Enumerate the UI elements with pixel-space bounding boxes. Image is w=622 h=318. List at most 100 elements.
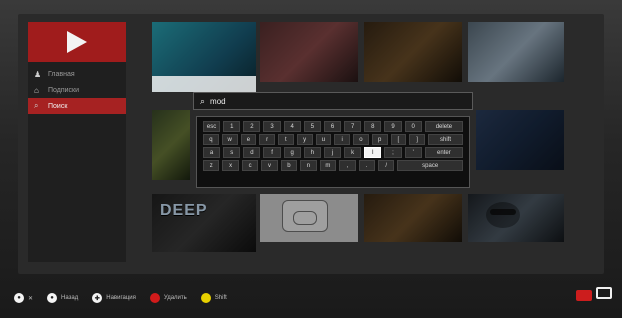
key-v[interactable]: v — [261, 160, 278, 171]
key-j[interactable]: j — [323, 147, 342, 158]
key-l[interactable]: l — [364, 147, 382, 158]
sidebar: ♟ Главная ⌂ Подписки ⌕ Поиск — [28, 22, 126, 262]
tile-dim — [152, 194, 256, 252]
key-z[interactable]: z — [203, 160, 220, 171]
keyboard-row-3: a s d f g h j k l ; ' enter — [203, 147, 464, 158]
key-delete[interactable]: delete — [424, 121, 464, 132]
tile-dim — [468, 194, 564, 242]
user-icon: ♟ — [34, 69, 42, 79]
video-tile[interactable] — [152, 22, 256, 92]
key-h[interactable]: h — [303, 147, 321, 158]
key-1[interactable]: 1 — [223, 121, 241, 132]
video-tile[interactable] — [260, 194, 358, 242]
key-space[interactable]: space — [397, 160, 463, 171]
video-tile[interactable] — [260, 22, 358, 82]
key-r[interactable]: r — [259, 134, 275, 145]
key-y[interactable]: y — [296, 134, 313, 145]
keyboard-row-2: q w e r t y u i o p [ ] shift — [203, 134, 463, 145]
sidebar-item-label: Поиск — [48, 102, 68, 110]
key-period[interactable]: . — [358, 160, 375, 171]
youtube-logo-icon — [576, 290, 592, 301]
video-tile[interactable] — [152, 110, 190, 180]
hint-delete: Удалить — [140, 293, 187, 303]
tile-caption — [152, 76, 256, 92]
key-5[interactable]: 5 — [303, 121, 321, 132]
bottom-hint-bar: ● ✕ ● Назад ✚ Навигация Удалить Shift — [0, 284, 622, 312]
key-n[interactable]: n — [300, 160, 317, 171]
hint-shift: Shift — [191, 293, 227, 303]
video-tile[interactable] — [468, 194, 564, 242]
key-comma[interactable]: , — [339, 160, 356, 171]
key-f[interactable]: f — [263, 147, 281, 158]
key-0[interactable]: 0 — [404, 121, 422, 132]
key-a[interactable]: a — [203, 147, 221, 158]
tile-dim — [476, 110, 564, 170]
keyboard-row-4: z x c v b n m , . / space — [203, 160, 463, 171]
tile-dim — [260, 22, 358, 82]
sidebar-item-label: Главная — [48, 70, 75, 78]
dpad-icon: ✚ — [92, 293, 103, 303]
key-left-bracket[interactable]: [ — [390, 134, 407, 145]
key-i[interactable]: i — [334, 134, 350, 145]
key-x[interactable]: x — [222, 160, 239, 171]
hint-navigation: ✚ Навигация — [82, 293, 136, 303]
video-tile[interactable] — [468, 22, 564, 82]
key-6[interactable]: 6 — [323, 121, 342, 132]
key-semicolon[interactable]: ; — [384, 147, 402, 158]
sidebar-item-home[interactable]: ♟ Главная — [28, 66, 126, 82]
play-icon — [67, 31, 87, 53]
key-9[interactable]: 9 — [384, 121, 402, 132]
key-d[interactable]: d — [243, 147, 261, 158]
key-4[interactable]: 4 — [283, 121, 301, 132]
key-s[interactable]: s — [223, 147, 241, 158]
search-icon: ⌕ — [200, 95, 206, 106]
key-3[interactable]: 3 — [263, 121, 281, 132]
key-b[interactable]: b — [280, 160, 298, 171]
hint-label: ✕ — [28, 295, 34, 302]
key-u[interactable]: u — [315, 134, 332, 145]
key-o[interactable]: o — [353, 134, 369, 145]
key-esc[interactable]: esc — [203, 121, 221, 132]
hint-label: Удалить — [163, 295, 187, 301]
key-right-bracket[interactable]: ] — [409, 134, 425, 145]
sidebar-item-search[interactable]: ⌕ Поиск — [28, 98, 126, 114]
sidebar-item-subscriptions[interactable]: ⌂ Подписки — [28, 82, 126, 98]
sidebar-nav: ♟ Главная ⌂ Подписки ⌕ Поиск — [28, 66, 126, 114]
app-logo — [28, 22, 126, 62]
key-g[interactable]: g — [283, 147, 301, 158]
video-tile[interactable] — [364, 194, 462, 242]
video-tile[interactable] — [364, 22, 462, 82]
key-m[interactable]: m — [319, 160, 337, 171]
key-e[interactable]: e — [240, 134, 257, 145]
red-button-icon — [149, 293, 160, 303]
home-icon: ⌂ — [34, 85, 39, 95]
key-w[interactable]: w — [221, 134, 238, 145]
key-c[interactable]: c — [241, 160, 259, 171]
hint-label: Назад — [61, 295, 79, 301]
tv-icon — [596, 287, 612, 299]
on-screen-keyboard: esc 1 2 3 4 5 6 7 8 9 0 delete q w e r t… — [196, 116, 470, 188]
tile-dim — [260, 194, 358, 242]
key-2[interactable]: 2 — [243, 121, 261, 132]
key-q[interactable]: q — [203, 134, 219, 145]
tile-dim — [364, 22, 462, 82]
circle-button-icon: ● — [14, 293, 24, 303]
search-overlay: ⌕ mod esc 1 2 3 4 5 6 7 8 9 0 delete q w — [193, 92, 473, 188]
key-t[interactable]: t — [278, 134, 294, 145]
tile-dim — [152, 110, 190, 180]
video-tile[interactable] — [476, 110, 564, 170]
key-p[interactable]: p — [371, 134, 388, 145]
tile-dim — [468, 22, 564, 82]
key-k[interactable]: k — [344, 147, 362, 158]
search-input[interactable]: ⌕ mod — [193, 92, 473, 110]
key-shift[interactable]: shift — [428, 134, 463, 145]
tile-dim — [364, 194, 462, 242]
key-quote[interactable]: ' — [404, 147, 422, 158]
video-tile[interactable]: DEEP — [152, 194, 256, 252]
hint-close: ● ✕ — [4, 293, 33, 303]
key-8[interactable]: 8 — [364, 121, 382, 132]
key-7[interactable]: 7 — [344, 121, 362, 132]
key-slash[interactable]: / — [377, 160, 395, 171]
hint-label: Shift — [214, 295, 227, 301]
key-enter[interactable]: enter — [424, 147, 464, 158]
